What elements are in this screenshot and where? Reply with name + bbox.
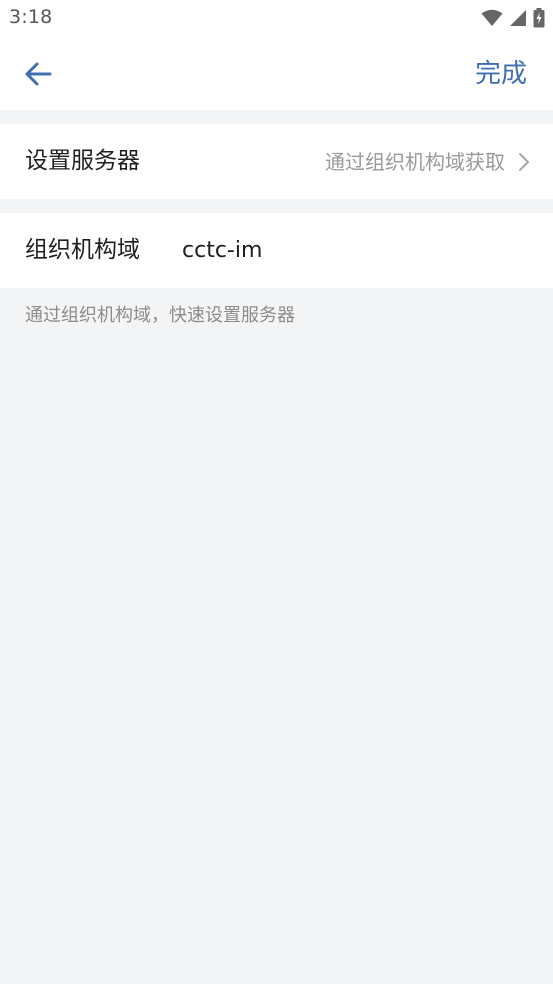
chevron-right-icon: [519, 153, 529, 171]
set-server-label: 设置服务器: [25, 148, 140, 174]
wifi-icon: [481, 9, 503, 26]
battery-charging-icon: [533, 8, 545, 28]
set-server-row[interactable]: 设置服务器 通过组织机构域获取: [0, 124, 553, 199]
set-server-value: 通过组织机构域获取: [325, 150, 505, 174]
arrow-left-icon: [25, 62, 52, 86]
hint-text: 通过组织机构域，快速设置服务器: [25, 305, 295, 326]
status-time: 3:18: [9, 6, 53, 28]
org-domain-label: 组织机构域: [25, 237, 140, 263]
header: 完成: [0, 38, 553, 110]
signal-icon: [510, 10, 526, 26]
screen: 3:18 完成 设置服务器 通过组织机构域获取 组织机构域 cctc-im 通过…: [0, 0, 553, 984]
org-domain-input[interactable]: [182, 235, 522, 265]
status-icons: [481, 7, 545, 29]
status-bar: 3:18: [0, 0, 553, 38]
org-domain-row: 组织机构域: [0, 213, 553, 288]
back-button[interactable]: [18, 54, 58, 94]
done-button[interactable]: 完成: [475, 56, 527, 92]
